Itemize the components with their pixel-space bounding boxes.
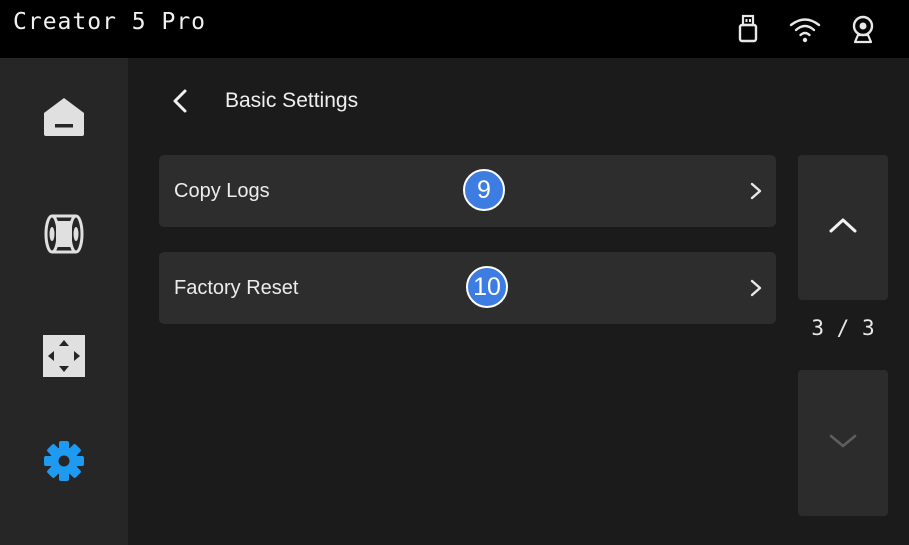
chevron-right-icon [746,181,766,201]
page-down-button[interactable] [798,370,888,516]
home-icon [41,94,87,142]
camera-icon [846,12,880,46]
usb-drive-icon [730,12,764,46]
step-number-badge: 10 [466,266,508,308]
main-panel: Basic Settings Copy Logs 9 Factory Reset… [128,58,909,545]
gear-icon [42,439,86,487]
setting-row-factory-reset[interactable]: Factory Reset 10 [159,252,776,324]
step-number-badge: 9 [463,169,505,211]
chevron-left-icon [172,88,188,118]
page-up-button[interactable] [798,155,888,300]
back-button[interactable] [164,86,196,120]
setting-row-copy-logs[interactable]: Copy Logs 9 [159,155,776,227]
top-status-bar: Creator 5 Pro [0,0,909,58]
chevron-up-icon [828,216,858,240]
chevron-right-icon [746,278,766,298]
filament-spool-icon [42,209,86,263]
setting-row-label: Factory Reset [174,277,299,299]
sidebar-item-settings[interactable] [0,413,128,513]
chevron-down-icon [828,431,858,455]
move-arrows-icon [43,335,85,381]
app-title: Creator 5 Pro [13,9,207,35]
setting-row-label: Copy Logs [174,180,270,202]
wifi-icon [788,12,822,46]
sidebar-nav [0,58,128,545]
sidebar-item-move[interactable] [0,308,128,408]
sidebar-item-home[interactable] [0,68,128,168]
page-title: Basic Settings [225,89,359,112]
sidebar-item-filament[interactable] [0,186,128,286]
page-indicator: 3 / 3 [811,316,875,340]
